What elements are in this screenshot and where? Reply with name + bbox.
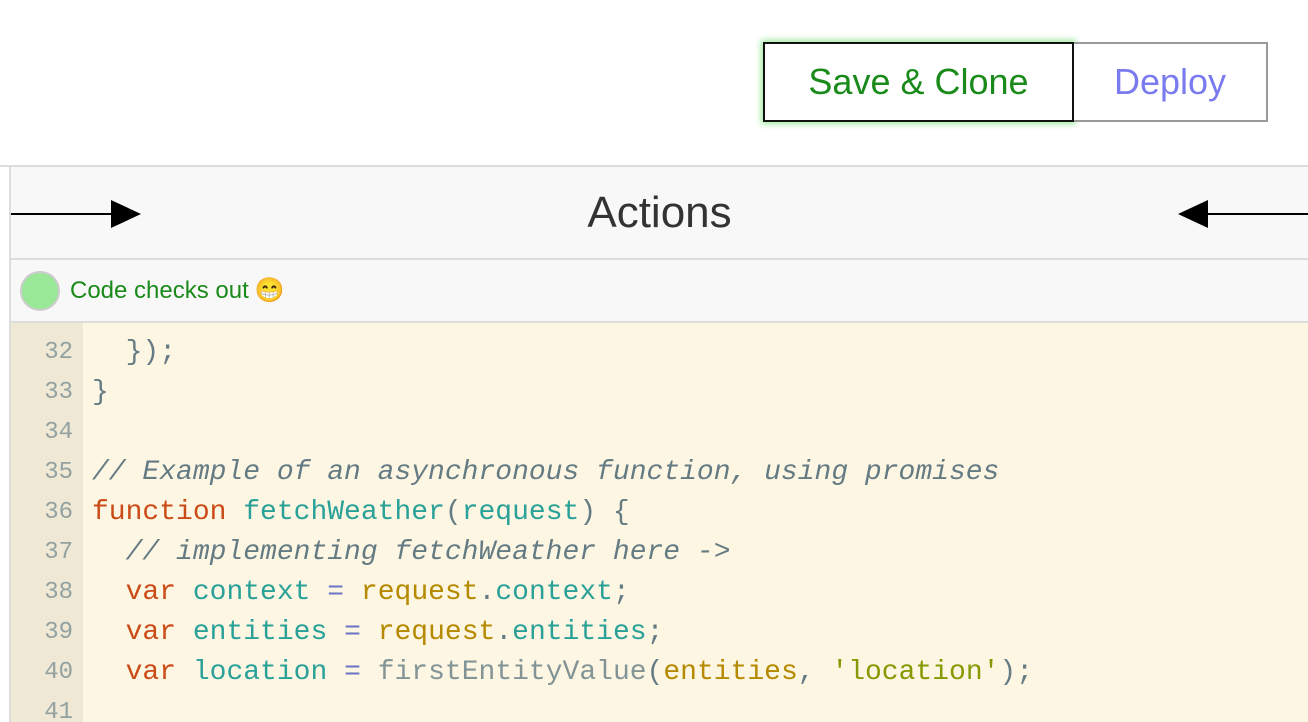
deploy-button[interactable]: Deploy <box>1074 42 1268 122</box>
arrow-left-icon[interactable] <box>1178 200 1308 228</box>
line-number: 34 <box>44 419 73 446</box>
code-line[interactable]: 38 var context = request.context; <box>11 573 1308 613</box>
code-token: = <box>344 617 361 648</box>
code-token: request <box>461 497 580 528</box>
code-token: ( <box>646 657 664 688</box>
status-bar: Code checks out 😁 <box>11 260 1308 323</box>
panel-title: Actions <box>587 187 732 237</box>
code-text: function fetchWeather(request) { <box>92 493 630 533</box>
code-token: request <box>377 617 496 648</box>
panel-header: Actions <box>11 167 1308 260</box>
code-line[interactable]: 36 function fetchWeather(request) { <box>11 493 1308 533</box>
code-token: entities <box>663 657 798 688</box>
code-line[interactable]: 41 <box>11 693 1308 722</box>
code-token: }); <box>92 337 177 368</box>
code-token: ); <box>999 657 1034 688</box>
line-number: 36 <box>44 499 73 526</box>
code-token: context <box>495 577 613 608</box>
line-number: 40 <box>44 659 73 686</box>
code-editor[interactable]: 32 }); 33} 34 35// Example of an asynchrono… <box>11 323 1308 722</box>
code-token: // Example of an asynchronous function, … <box>92 457 1000 488</box>
code-token: context <box>192 577 311 608</box>
code-token: function <box>92 497 227 528</box>
code-token: var <box>125 617 177 648</box>
code-text: var context = request.context; <box>92 573 630 613</box>
line-number: 32 <box>44 339 73 366</box>
code-text: var entities = request.entities; <box>92 613 664 653</box>
status-text: Code checks out <box>70 276 249 304</box>
status-indicator-icon <box>20 270 60 311</box>
code-token: } <box>92 377 109 408</box>
code-token: = <box>344 657 361 688</box>
code-token: entities <box>512 617 647 648</box>
code-line[interactable]: 40 var location = firstEntityValue(entit… <box>11 653 1308 693</box>
code-token: location <box>192 657 328 688</box>
code-line[interactable]: 32 }); <box>11 333 1308 373</box>
code-text: } <box>92 373 109 413</box>
code-text: // Example of an asynchronous function, … <box>92 453 999 493</box>
line-number: 33 <box>44 379 73 406</box>
code-text: var location = firstEntityValue(entities… <box>92 653 1033 693</box>
code-token: . <box>478 577 496 608</box>
code-token: . <box>495 617 513 648</box>
code-token: firstEntityValue <box>377 657 647 688</box>
code-token: // implementing fetchWeather here -> <box>125 537 731 568</box>
code-line[interactable]: 34 <box>11 413 1308 453</box>
code-line[interactable]: 39 var entities = request.entities; <box>11 613 1308 653</box>
line-number: 37 <box>44 539 73 566</box>
code-token: = <box>327 577 345 608</box>
code-token: ( <box>444 497 462 528</box>
code-token: ) { <box>579 497 630 528</box>
grinning-emoji-icon: 😁 <box>254 277 285 304</box>
line-number: 41 <box>44 699 73 722</box>
save-clone-button[interactable]: Save & Clone <box>763 42 1074 122</box>
code-token: , <box>797 657 832 688</box>
code-line[interactable]: 37 // implementing fetchWeather here -> <box>11 533 1308 573</box>
code-text: // implementing fetchWeather here -> <box>92 533 731 573</box>
code-line[interactable]: 33} <box>11 373 1308 413</box>
arrow-right-icon[interactable] <box>11 200 141 228</box>
code-token: ; <box>612 577 630 608</box>
line-number: 39 <box>44 619 73 646</box>
code-token: fetchWeather <box>243 497 445 528</box>
line-number: 35 <box>44 459 73 486</box>
code-token: var <box>125 577 177 608</box>
code-token: var <box>125 657 177 688</box>
code-token: entities <box>192 617 328 648</box>
actions-panel: Actions Code checks out 😁 32 }); 33} 34 35/… <box>9 167 1308 722</box>
code-text: }); <box>92 333 176 373</box>
code-token: request <box>360 577 479 608</box>
code-line[interactable]: 35 // Example of an asynchronous function… <box>11 453 1308 493</box>
code-token: ; <box>646 617 664 648</box>
code-token: 'location' <box>831 657 1000 688</box>
line-number: 38 <box>44 579 73 606</box>
